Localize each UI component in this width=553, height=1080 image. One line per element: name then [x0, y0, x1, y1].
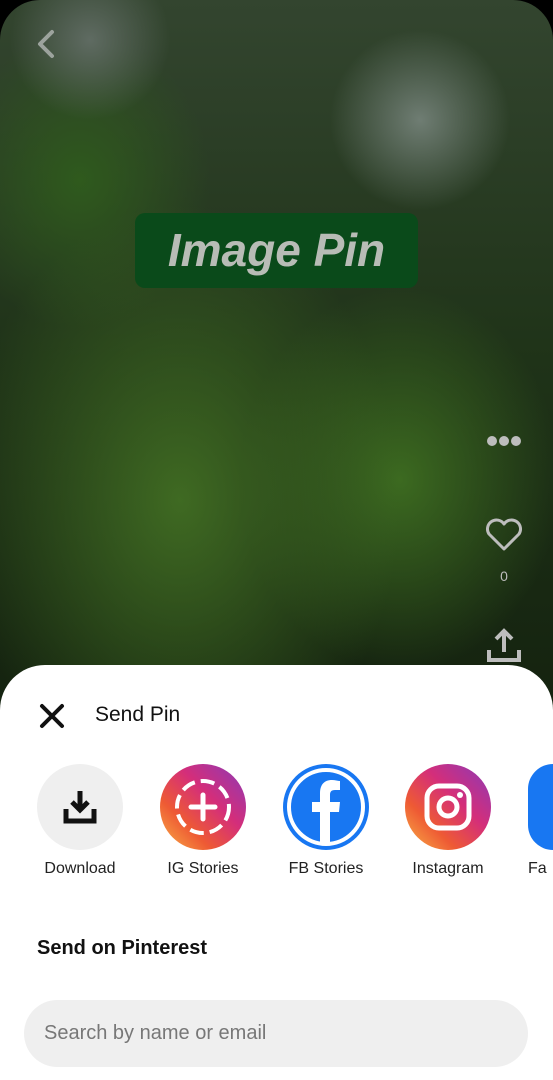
sheet-title: Send Pin — [95, 703, 181, 726]
close-icon[interactable] — [38, 702, 66, 730]
download-icon — [63, 791, 97, 824]
pin-image[interactable]: Image Pin 0 — [0, 0, 553, 720]
share-ig-stories-button[interactable]: IG Stories — [148, 764, 258, 878]
option-label: IG Stories — [167, 860, 239, 877]
share-instagram-button[interactable]: Instagram — [393, 764, 503, 878]
send-pin-sheet: Send Pin Download IG Stories FB Stories … — [0, 665, 553, 1080]
share-icon[interactable] — [476, 626, 532, 664]
instagram-icon — [424, 783, 472, 831]
facebook-icon — [528, 764, 553, 850]
share-download-button[interactable]: Download — [25, 764, 135, 878]
share-fb-stories-button[interactable]: FB Stories — [271, 764, 381, 878]
facebook-icon — [287, 768, 365, 846]
option-label: Fa — [528, 860, 547, 877]
section-title: Send on Pinterest — [37, 937, 208, 959]
instagram-stories-icon — [175, 779, 231, 835]
heart-icon[interactable] — [476, 516, 532, 552]
option-label: Download — [44, 860, 116, 877]
like-count: 0 — [500, 568, 508, 584]
option-label: FB Stories — [288, 860, 364, 877]
option-label: Instagram — [412, 860, 484, 877]
search-input[interactable] — [24, 1000, 528, 1067]
more-options-icon[interactable] — [476, 432, 532, 450]
back-icon[interactable] — [30, 26, 60, 62]
pin-overlay-text: Image Pin — [135, 213, 418, 288]
share-facebook-button[interactable]: Fa — [528, 764, 553, 878]
